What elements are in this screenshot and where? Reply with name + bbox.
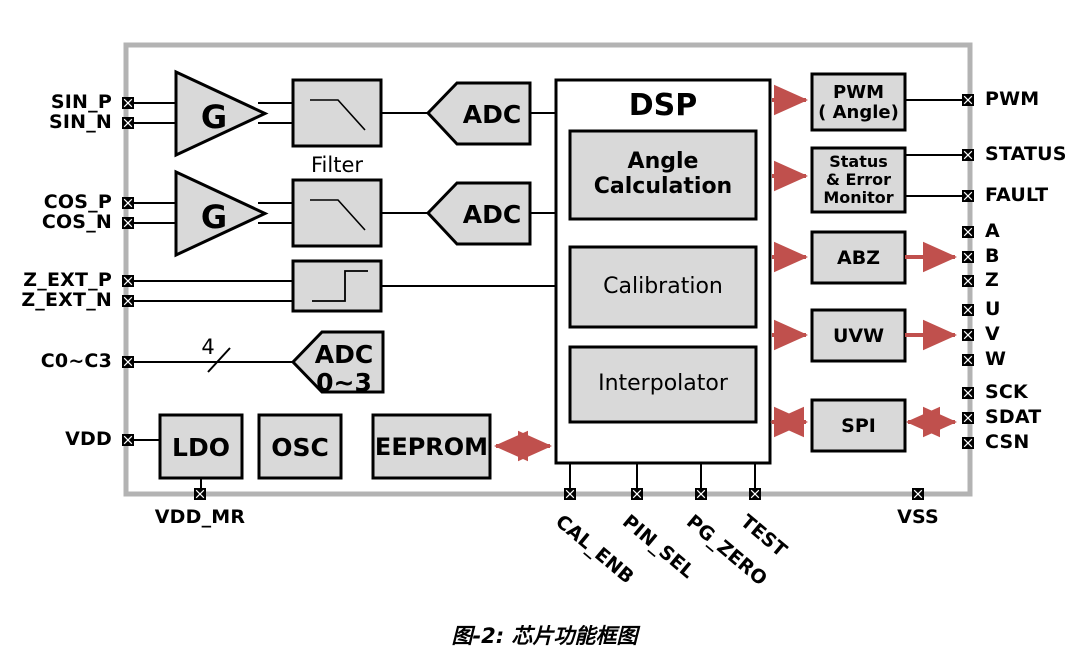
pin-label-vdd-mr: VDD_MR [154, 506, 246, 528]
pin-label-fault: FAULT [985, 184, 1049, 206]
filter-cos-block [291, 178, 428, 248]
pin-label-status: STATUS [985, 143, 1067, 165]
pin-marker-test [749, 488, 761, 500]
pin-marker-cos-n [122, 217, 134, 229]
pin-label-sin-p: SIN_P [50, 91, 112, 113]
adc-cos-block [425, 181, 556, 246]
figure-caption: 图-2: 芯片功能框图 [451, 624, 638, 648]
pin-marker-vdd [122, 434, 134, 446]
pin-label-cos-p: COS_P [43, 191, 112, 213]
pin-marker-a [962, 226, 974, 238]
pin-label-a: A [985, 220, 1000, 242]
pwm-block [810, 72, 962, 132]
pin-label-sck: SCK [985, 381, 1028, 403]
pin-marker-cal-enb [564, 488, 576, 500]
pin-marker-pin-sel [631, 488, 643, 500]
pin-marker-z-ext-n [122, 295, 134, 307]
pin-marker-u [962, 304, 974, 316]
pin-label-csn: CSN [985, 431, 1030, 453]
left-pin-wires [128, 102, 293, 441]
dsp-block [554, 78, 772, 465]
pin-label-b: B [985, 245, 1000, 267]
pin-marker-sck [962, 387, 974, 399]
pin-marker-w [962, 354, 974, 366]
spi-block [810, 398, 957, 453]
adc-sin-block [425, 81, 556, 146]
comparator-block [291, 259, 556, 313]
pin-label-sin-n: SIN_N [48, 111, 112, 133]
pin-label-sdat: SDAT [985, 406, 1042, 428]
pin-label-vss: VSS [897, 506, 939, 528]
pin-marker-sin-n [122, 117, 134, 129]
pin-label-c0-c3: C0~C3 [40, 350, 112, 372]
pin-marker-fault [962, 190, 974, 202]
pin-label-cos-n: COS_N [41, 211, 112, 233]
eeprom-block [371, 413, 492, 480]
diagram-canvas [122, 42, 974, 500]
pin-label-pwm: PWM [985, 88, 1040, 110]
amp-cos-block [174, 169, 293, 258]
pin-marker-c0-c3 [122, 356, 134, 368]
pin-marker-vdd-mr [194, 488, 206, 500]
pin-marker-csn [962, 437, 974, 449]
adc-aux-block [290, 330, 385, 394]
pin-marker-sin-p [122, 97, 134, 109]
pin-marker-cos-p [122, 197, 134, 209]
abz-block [810, 230, 957, 285]
figure-root: SIN_P SIN_N COS_P COS_N Z_EXT_P Z_EXT_N C0~C3 V… [0, 0, 1089, 657]
pin-label-w: W [985, 348, 1007, 370]
pin-label-z: Z [985, 269, 999, 291]
amp-sin-block [174, 69, 293, 158]
pin-label-z-ext-p: Z_EXT_P [23, 269, 112, 291]
filter-sin-block [291, 78, 428, 148]
pin-marker-b [962, 251, 974, 263]
dsp-bottom-wires [569, 463, 756, 492]
ldo-block [158, 413, 244, 492]
pin-marker-v [962, 329, 974, 341]
pin-marker-sdat [962, 412, 974, 424]
pin-label-v: V [985, 323, 1000, 345]
uvw-block [810, 308, 957, 363]
dsp-output-arrows [770, 84, 808, 438]
osc-block [257, 413, 343, 480]
bus-width-slash [207, 347, 231, 373]
pin-marker-pwm [962, 94, 974, 106]
pin-marker-pg-zero [695, 488, 707, 500]
pin-label-z-ext-n: Z_EXT_N [21, 289, 112, 311]
pin-marker-status [962, 149, 974, 161]
pin-marker-z [962, 275, 974, 287]
pin-marker-vss [912, 488, 924, 500]
pin-label-u: U [985, 298, 1001, 320]
pin-marker-z-ext-p [122, 275, 134, 287]
pin-label-vdd: VDD [65, 428, 112, 450]
status-monitor-block [810, 146, 962, 214]
